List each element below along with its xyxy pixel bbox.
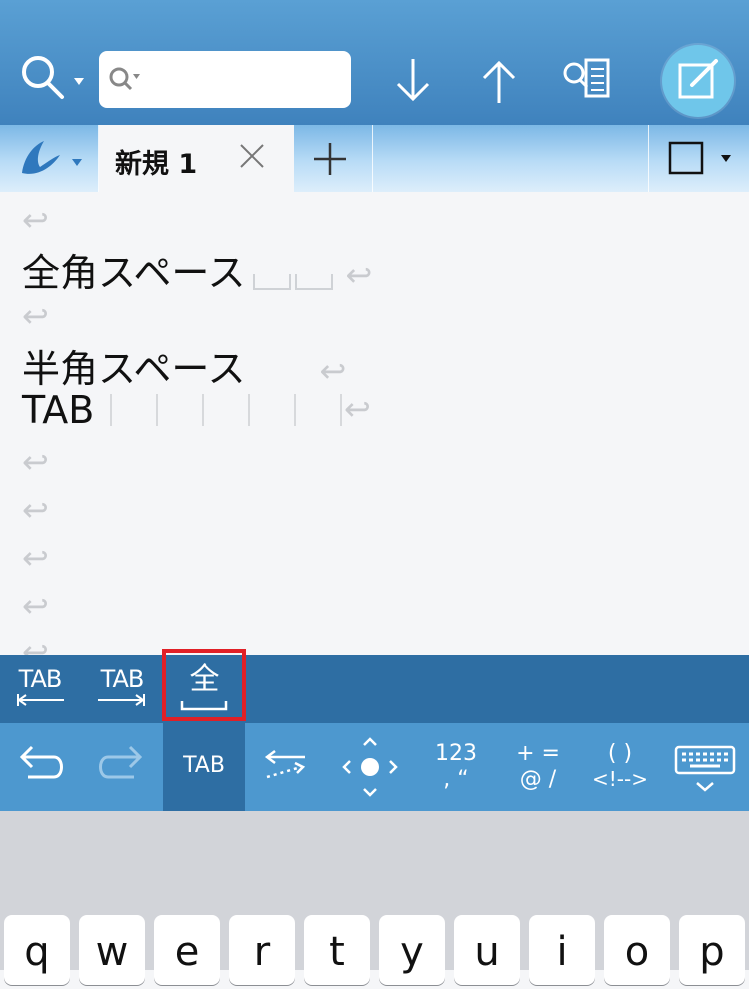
special-char-bar: TAB TAB 全 xyxy=(0,655,749,723)
return-mark: ↩ xyxy=(22,633,49,655)
symbols-top-label: + = xyxy=(516,741,560,766)
tab-right-button[interactable]: TAB xyxy=(88,655,156,723)
key-o[interactable]: o xyxy=(604,915,670,985)
key-w[interactable]: w xyxy=(79,915,145,985)
brackets-bottom-label: <!--> xyxy=(592,767,648,791)
indent-arrows-icon xyxy=(264,750,306,779)
search-options-icon xyxy=(109,67,140,91)
numbers-top-label: 123 xyxy=(435,741,477,766)
cursor-move-button[interactable] xyxy=(330,723,410,811)
arrow-down-icon xyxy=(396,59,430,102)
empty-line: ↩ xyxy=(22,486,49,534)
compose-icon xyxy=(678,59,718,99)
line-text: 全角スペース xyxy=(22,251,246,295)
return-mark: ↩ xyxy=(22,491,49,529)
tab-divider xyxy=(648,125,649,192)
undo-button[interactable] xyxy=(0,723,80,811)
key-y[interactable]: y xyxy=(379,915,445,985)
keyboard-accessory-bar: TAB 123 , “ + = @ / ( ) <!--> xyxy=(0,723,749,811)
return-mark: ↩ xyxy=(345,256,373,294)
app-logo-icon xyxy=(22,141,82,174)
tab-mark xyxy=(156,394,158,426)
tab-mark xyxy=(248,394,250,426)
numbers-bottom-label: , “ xyxy=(443,767,469,792)
keyboard-hide-icon xyxy=(674,745,736,792)
tab-bar: 新規 1 xyxy=(0,125,749,192)
brackets-top-label: ( ) xyxy=(607,741,633,766)
search-icon xyxy=(22,56,84,99)
arrow-up-icon xyxy=(482,60,516,103)
key-u[interactable]: u xyxy=(454,915,520,985)
add-tab-icon[interactable] xyxy=(310,139,350,179)
return-mark: ↩ xyxy=(22,443,49,481)
find-next-button[interactable] xyxy=(388,56,438,106)
close-icon[interactable] xyxy=(237,141,267,171)
arrow-left-bar-icon xyxy=(17,694,64,706)
undo-icon xyxy=(19,745,63,779)
search-input[interactable] xyxy=(143,59,347,101)
tab-divider xyxy=(372,125,373,192)
app-menu-button[interactable] xyxy=(14,135,86,183)
redo-button[interactable] xyxy=(82,723,162,811)
window-square-icon xyxy=(668,141,731,175)
empty-line: ↩ xyxy=(22,438,49,486)
empty-line: ↩ xyxy=(22,534,49,582)
editor-line-fullwidth: 全角スペース ↩ xyxy=(22,242,372,295)
return-mark: ↩ xyxy=(22,201,49,239)
key-r[interactable]: r xyxy=(229,915,295,985)
cursor-move-icon xyxy=(342,737,398,797)
tab-mark xyxy=(340,394,342,426)
key-i[interactable]: i xyxy=(529,915,595,985)
search-menu-button[interactable] xyxy=(18,54,88,104)
empty-line: ↩ xyxy=(22,628,49,655)
fullwidth-space-mark xyxy=(253,274,292,290)
tab-key-button[interactable]: TAB xyxy=(163,723,245,811)
text-editor[interactable]: ↩ 全角スペース ↩ ↩ 半角スペース ↩ TAB ↩ ↩ ↩ ↩ ↩ ↩ xyxy=(0,192,749,655)
tab-mark xyxy=(202,394,204,426)
key-e[interactable]: e xyxy=(154,915,220,985)
line-text: 半角スペース xyxy=(22,347,246,391)
search-list-icon xyxy=(563,58,610,98)
symbols-bottom-label: @ / xyxy=(519,767,557,792)
view-mode-button[interactable] xyxy=(665,139,735,179)
redo-icon xyxy=(99,745,143,779)
return-mark: ↩ xyxy=(22,297,49,335)
hide-keyboard-button[interactable] xyxy=(664,723,746,811)
tab-new-1[interactable]: 新規 1 xyxy=(99,125,294,192)
edit-button[interactable] xyxy=(662,45,734,117)
empty-line: ↩ xyxy=(22,196,49,244)
tab-mark xyxy=(110,394,112,426)
key-q[interactable]: q xyxy=(4,915,70,985)
fullwidth-space-mark xyxy=(295,274,334,290)
find-list-button[interactable] xyxy=(560,56,610,106)
search-field[interactable] xyxy=(99,51,351,108)
system-keyboard: q w e r t y u i o p xyxy=(0,811,749,985)
empty-line: ↩ xyxy=(22,292,49,340)
symbols-button[interactable]: + = @ / xyxy=(498,723,578,811)
return-mark: ↩ xyxy=(22,539,49,577)
arrow-right-bar-icon xyxy=(98,694,145,706)
tab-left-label: TAB xyxy=(18,665,63,693)
key-t[interactable]: t xyxy=(304,915,370,985)
return-mark: ↩ xyxy=(22,587,49,625)
line-text: TAB xyxy=(22,388,95,432)
key-p[interactable]: p xyxy=(679,915,745,985)
highlight-box xyxy=(162,649,246,721)
find-previous-button[interactable] xyxy=(474,56,524,106)
editor-line-tab: TAB ↩ xyxy=(22,388,422,436)
tab-right-label: TAB xyxy=(100,665,145,693)
editor-line-halfwidth: 半角スペース ↩ xyxy=(22,338,346,391)
brackets-button[interactable]: ( ) <!--> xyxy=(580,723,660,811)
empty-line: ↩ xyxy=(22,582,49,630)
return-mark: ↩ xyxy=(344,390,371,428)
top-toolbar xyxy=(0,0,749,125)
tab-key-label: TAB xyxy=(183,753,225,778)
return-mark: ↩ xyxy=(319,352,347,390)
indent-button[interactable] xyxy=(245,723,325,811)
tab-mark xyxy=(294,394,296,426)
numbers-button[interactable]: 123 , “ xyxy=(416,723,496,811)
tab-label: 新規 1 xyxy=(115,149,198,180)
tab-left-button[interactable]: TAB xyxy=(6,655,74,723)
